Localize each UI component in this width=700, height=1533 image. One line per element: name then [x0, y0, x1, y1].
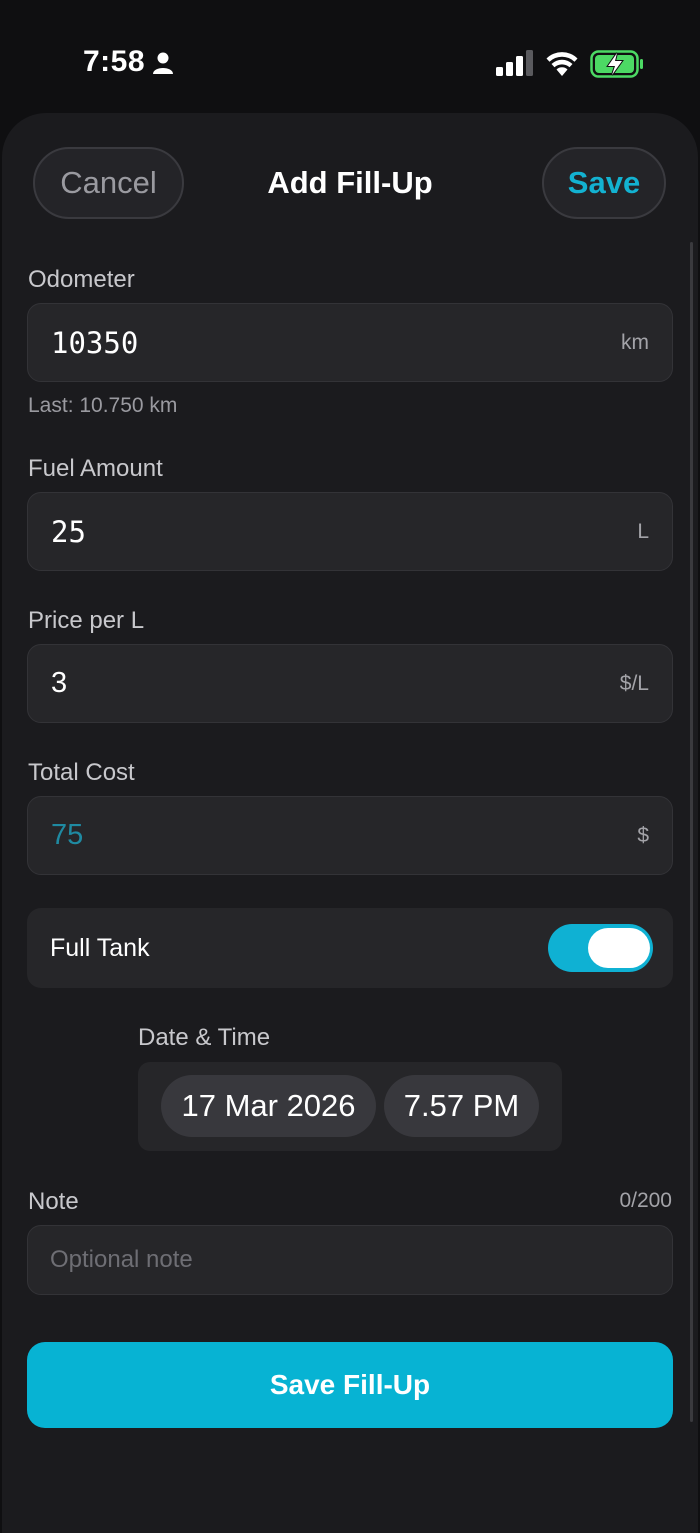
fuel-amount-field[interactable]: 25 L [27, 492, 673, 571]
note-input[interactable] [50, 1246, 650, 1274]
price-per-l-value: 3 [51, 667, 68, 699]
odometer-hint: Last: 10.750 km [28, 394, 178, 417]
odometer-label: Odometer [28, 266, 135, 293]
fuel-amount-unit: L [637, 520, 649, 543]
battery-charging-icon [590, 50, 643, 78]
fuel-amount-label: Fuel Amount [28, 455, 163, 482]
odometer-value: 10350 [51, 326, 139, 360]
note-field[interactable] [27, 1225, 673, 1295]
total-cost-value: 75 [51, 819, 84, 851]
status-time: 7:58 [83, 45, 146, 78]
odometer-unit: km [621, 331, 649, 354]
full-tank-toggle[interactable] [548, 924, 653, 972]
wifi-icon [546, 52, 578, 76]
signal-icon [496, 50, 533, 76]
price-per-l-unit: $/L [619, 672, 649, 695]
total-cost-label: Total Cost [28, 759, 135, 786]
total-cost-unit: $ [637, 824, 649, 847]
toggle-knob [588, 928, 650, 968]
save-button[interactable]: Save [542, 147, 666, 219]
person-icon [153, 52, 173, 74]
date-picker-button[interactable]: 17 Mar 2026 [161, 1075, 376, 1137]
total-cost-field[interactable]: 75 $ [27, 796, 673, 875]
date-time-label: Date & Time [138, 1024, 271, 1051]
save-fill-up-button[interactable]: Save Fill-Up [27, 1342, 673, 1428]
time-picker-button[interactable]: 7.57 PM [384, 1075, 539, 1137]
note-label: Note [28, 1188, 79, 1215]
status-bar: 7:58 [0, 0, 700, 120]
price-per-l-label: Price per L [28, 607, 145, 634]
note-character-count: 0/200 [619, 1189, 672, 1212]
full-tank-label: Full Tank [50, 934, 150, 962]
odometer-field[interactable]: 10350 km [27, 303, 673, 382]
sheet-title: Add Fill-Up [267, 165, 433, 200]
cancel-button[interactable]: Cancel [33, 147, 184, 219]
fuel-amount-value: 25 [51, 515, 86, 549]
scroll-indicator[interactable] [690, 242, 693, 1422]
date-time-picker: 17 Mar 2026 7.57 PM [138, 1062, 562, 1151]
price-per-l-field[interactable]: 3 $/L [27, 644, 673, 723]
full-tank-row: Full Tank [27, 908, 673, 988]
